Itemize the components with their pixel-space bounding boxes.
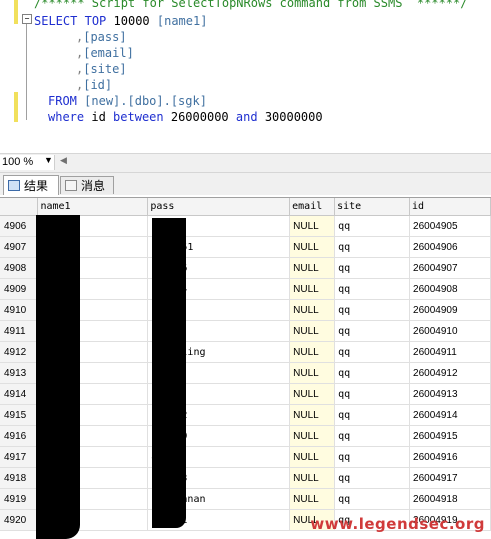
cell-email[interactable]: NULL — [289, 446, 336, 468]
cell-id[interactable]: 26004908 — [409, 278, 491, 300]
cell-id[interactable]: 26004910 — [409, 320, 491, 342]
cell-id[interactable]: 26004912 — [409, 362, 491, 384]
zoom-bar: 100 % ▼ ◀ — [0, 153, 491, 173]
column-header-email[interactable]: email — [289, 198, 336, 216]
row-number[interactable]: 4908 — [0, 257, 39, 279]
column-header-site[interactable]: site — [334, 198, 411, 216]
tab-results-label: 结果 — [24, 179, 49, 193]
header-row: name1 pass email site id — [0, 198, 491, 216]
cell-email[interactable]: NULL — [289, 215, 336, 237]
column-header-pass[interactable]: pass — [147, 198, 291, 216]
cell-id[interactable]: 26004915 — [409, 425, 491, 447]
row-number[interactable]: 4906 — [0, 215, 39, 237]
row-number[interactable]: 4910 — [0, 299, 39, 321]
row-number[interactable]: 4912 — [0, 341, 39, 363]
sql-editor[interactable]: − /****** Script for SelectTopNRows comm… — [0, 0, 491, 153]
cell-id[interactable]: 26004917 — [409, 467, 491, 489]
zoom-value: 100 % — [2, 156, 34, 168]
cell-id[interactable]: 26004913 — [409, 383, 491, 405]
redaction-block — [36, 215, 80, 539]
zoom-select[interactable]: 100 % ▼ — [0, 155, 55, 170]
row-number-header[interactable] — [0, 198, 39, 216]
watermark: www.legendsec.org — [310, 515, 485, 533]
chevron-down-icon[interactable]: ▼ — [44, 155, 53, 165]
cell-id[interactable]: 26004906 — [409, 236, 491, 258]
cell-site[interactable]: qq — [334, 236, 411, 258]
cell-id[interactable]: 26004907 — [409, 257, 491, 279]
cell-id[interactable]: 26004911 — [409, 341, 491, 363]
cell-id[interactable]: 26004905 — [409, 215, 491, 237]
cell-email[interactable]: NULL — [289, 299, 336, 321]
cell-email[interactable]: NULL — [289, 341, 336, 363]
code-line-column: ,[site] — [76, 62, 127, 76]
row-number[interactable]: 4919 — [0, 488, 39, 510]
cell-email[interactable]: NULL — [289, 362, 336, 384]
cell-site[interactable]: qq — [334, 215, 411, 237]
cell-email[interactable]: NULL — [289, 278, 336, 300]
cell-site[interactable]: qq — [334, 341, 411, 363]
row-number[interactable]: 4909 — [0, 278, 39, 300]
cell-site[interactable]: qq — [334, 467, 411, 489]
row-number[interactable]: 4911 — [0, 320, 39, 342]
cell-site[interactable]: qq — [334, 425, 411, 447]
change-marker — [14, 0, 18, 24]
cell-id[interactable]: 26004909 — [409, 299, 491, 321]
cell-site[interactable]: qq — [334, 488, 411, 510]
tab-messages[interactable]: 消息 — [60, 176, 114, 194]
cell-site[interactable]: qq — [334, 278, 411, 300]
column-header-id[interactable]: id — [409, 198, 491, 216]
cell-email[interactable]: NULL — [289, 488, 336, 510]
cell-email[interactable]: NULL — [289, 236, 336, 258]
cell-site[interactable]: qq — [334, 404, 411, 426]
row-number[interactable]: 4917 — [0, 446, 39, 468]
collapse-toggle-icon[interactable]: − — [22, 14, 32, 24]
tab-results[interactable]: 结果 — [3, 175, 59, 195]
code-line-from: FROM [new].[dbo].[sgk] — [48, 94, 207, 108]
cell-email[interactable]: NULL — [289, 257, 336, 279]
cell-id[interactable]: 26004918 — [409, 488, 491, 510]
code-line-column: ,[pass] — [76, 30, 127, 44]
code-line-column: ,[email] — [76, 46, 134, 60]
change-marker — [14, 92, 18, 122]
cell-site[interactable]: qq — [334, 362, 411, 384]
redaction-block — [152, 218, 186, 528]
cell-email[interactable]: NULL — [289, 467, 336, 489]
cell-site[interactable]: qq — [334, 446, 411, 468]
code-line-where: where id between 26000000 and 30000000 — [48, 110, 323, 124]
cell-id[interactable]: 26004916 — [409, 446, 491, 468]
row-number[interactable]: 4915 — [0, 404, 39, 426]
cell-site[interactable]: qq — [334, 257, 411, 279]
code-line-comment: /****** Script for SelectTopNRows comman… — [34, 0, 468, 10]
results-tab-bar: 结果 消息 — [0, 173, 491, 195]
cell-id[interactable]: 26004914 — [409, 404, 491, 426]
cell-email[interactable]: NULL — [289, 320, 336, 342]
message-icon — [65, 180, 77, 191]
row-number[interactable]: 4918 — [0, 467, 39, 489]
cell-site[interactable]: qq — [334, 299, 411, 321]
cell-email[interactable]: NULL — [289, 425, 336, 447]
cell-site[interactable]: qq — [334, 383, 411, 405]
cell-email[interactable]: NULL — [289, 404, 336, 426]
row-number[interactable]: 4916 — [0, 425, 39, 447]
row-number[interactable]: 4914 — [0, 383, 39, 405]
cell-email[interactable]: NULL — [289, 383, 336, 405]
scroll-left-icon[interactable]: ◀ — [60, 155, 67, 166]
editor-gutter — [0, 0, 14, 153]
code-line-select: SELECT TOP 10000 [name1] — [34, 14, 208, 28]
code-line-column: ,[id] — [76, 78, 113, 92]
row-number[interactable]: 4920 — [0, 509, 39, 531]
row-number[interactable]: 4913 — [0, 362, 39, 384]
fold-line — [26, 24, 27, 120]
cell-site[interactable]: qq — [334, 320, 411, 342]
column-header-name1[interactable]: name1 — [37, 198, 149, 216]
grid-icon — [8, 180, 20, 191]
tab-messages-label: 消息 — [81, 179, 106, 193]
row-number[interactable]: 4907 — [0, 236, 39, 258]
results-grid[interactable]: name1 pass email site id 490601976869NUL… — [0, 197, 491, 539]
